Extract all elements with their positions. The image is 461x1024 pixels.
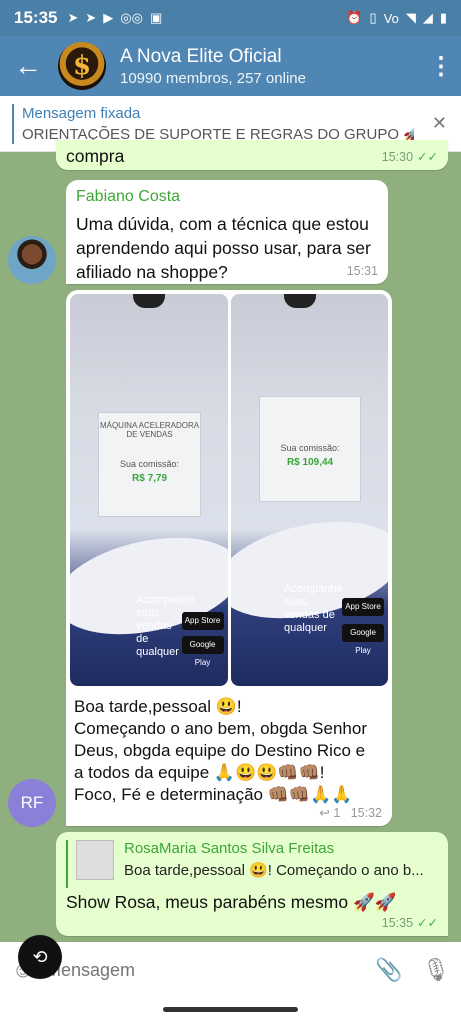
reply-sender: RosaMaria Santos Silva Freitas xyxy=(124,840,335,857)
message-bubble[interactable]: compra 15:30 ✓✓ xyxy=(56,140,448,170)
message-time: 15:31 xyxy=(346,264,378,278)
message-bubble[interactable]: RosaMaria Santos Silva Freitas Boa tarde… xyxy=(56,832,448,936)
message-meta: 15:30 ✓✓ xyxy=(382,149,438,164)
voice-button[interactable]: 🎙 xyxy=(411,957,461,983)
chat-avatar[interactable]: $ xyxy=(58,42,106,90)
sender-name[interactable]: Fabiano Costa xyxy=(76,188,180,206)
pinned-label: Mensagem fixada xyxy=(22,104,141,122)
dollar-logo-icon: $ xyxy=(72,51,92,81)
double-check-icon: ✓✓ xyxy=(417,150,438,164)
message-meta: ↩ 1 15:32 xyxy=(319,805,382,820)
photo[interactable]: Sua comissão: R$ 109,44 Acompanhe suas v… xyxy=(230,294,388,686)
message-line: Foco, Fé e determinação 👊🏽👊🏽🙏🙏 xyxy=(74,785,353,804)
double-check-icon: ✓✓ xyxy=(417,916,438,930)
battery-icon: ▮ xyxy=(439,10,447,25)
chat-header: ← $ A Nova Elite Oficial 10990 membros, … xyxy=(0,36,461,96)
back-button[interactable]: ← xyxy=(0,36,56,96)
commission-label: Sua comissão: xyxy=(120,458,180,469)
photo[interactable]: MÁQUINA ACELERADORA DE VENDAS Sua comiss… xyxy=(70,294,228,686)
microphone-icon: 🎙 xyxy=(422,957,450,982)
alarm-icon: ⏰ xyxy=(346,10,363,25)
reply-snippet: Boa tarde,pessoal 😃! Começando o ano b..… xyxy=(124,862,424,879)
paperclip-icon: 📎 xyxy=(375,957,403,982)
telegram-icon: ➤ xyxy=(67,10,79,25)
unpin-icon[interactable]: ✕ xyxy=(432,113,447,134)
promo-text: Acompanhe suas vendas de qualquer xyxy=(284,583,343,635)
youtube-icon: ▶ xyxy=(103,10,114,25)
commission-value: R$ 109,44 xyxy=(286,456,334,468)
status-time: 15:35 xyxy=(14,8,58,27)
back-arrow-icon: ← xyxy=(14,50,42,81)
avatar-initials: RF xyxy=(20,793,44,812)
commission-value: R$ 7,79 xyxy=(132,472,168,484)
message-line: Começando o ano bem, obgda Senhor xyxy=(74,719,367,738)
phone-notch xyxy=(284,294,316,308)
message-bubble[interactable]: Fabiano Costa Uma dúvida, com a técnica … xyxy=(66,180,388,284)
photo-album[interactable]: MÁQUINA ACELERADORA DE VENDAS Sua comiss… xyxy=(70,294,388,686)
commission-card: Sua comissão: R$ 109,44 xyxy=(258,395,362,502)
card-title: MÁQUINA ACELERADORA DE VENDAS xyxy=(99,420,200,439)
home-gesture-pill[interactable] xyxy=(163,1007,298,1012)
promo-text: Acompanhe suas vendas de qualquer xyxy=(136,593,195,658)
kebab-icon: ⋮ xyxy=(429,52,453,80)
message-line: Deus, obgda equipe do Destino Rico e xyxy=(74,741,366,760)
status-bar: 15:35 ➤ ➤ ▶ ◎◎ ▣ ⏰ ▯ Vo ◥ ◢ ▮ xyxy=(0,0,461,36)
chat-subtitle: 10990 membros, 257 online xyxy=(120,69,306,87)
reply-count[interactable]: 1 xyxy=(333,806,340,820)
attach-button[interactable]: 📎 xyxy=(367,957,411,983)
signal-icon: ◢ xyxy=(422,10,433,25)
message-line: a todos da equipe 🙏😃😃👊🏽👊🏽! xyxy=(74,763,325,782)
system-icons: ⏰ ▯ Vo ◥ ◢ ▮ xyxy=(346,10,447,26)
volte-icon: Vo xyxy=(383,10,399,26)
reply-thumbnail xyxy=(76,840,114,880)
wifi-icon: ◥ xyxy=(405,10,416,25)
google-play-badge: Google Play xyxy=(181,636,224,667)
message-time: 15:32 xyxy=(350,806,382,820)
reply-arrow-icon[interactable]: ↩ xyxy=(319,806,329,820)
voicemail-icon: ◎◎ xyxy=(120,10,143,25)
rotate-screen-button[interactable]: ⟲ xyxy=(18,935,62,979)
navigation-bar xyxy=(0,998,461,1024)
app-store-badge: App Store xyxy=(342,598,384,616)
avatar[interactable] xyxy=(8,236,56,284)
phone-notch xyxy=(133,294,165,308)
google-play-badge: Google Play xyxy=(342,624,384,655)
composer: ☺ 📎 🎙 xyxy=(0,942,461,998)
pinned-indicator xyxy=(12,103,14,144)
message-text: Boa tarde,pessoal 😃! Começando o ano bem… xyxy=(74,696,386,806)
rotate-icon: ⟲ xyxy=(32,946,48,967)
commission-card: MÁQUINA ACELERADORA DE VENDAS Sua comiss… xyxy=(98,411,201,518)
message-text: compra xyxy=(66,146,125,166)
message-text: Uma dúvida, com a técnica que estou apre… xyxy=(76,214,371,282)
message-line: Boa tarde,pessoal 😃! xyxy=(74,697,242,716)
message-meta: 15:35 ✓✓ xyxy=(382,915,438,930)
chat-title: A Nova Elite Oficial xyxy=(120,45,282,67)
message-input[interactable] xyxy=(46,959,336,981)
message-text: Show Rosa, meus parabéns mesmo 🚀🚀 xyxy=(66,892,397,912)
message-time: 15:35 xyxy=(381,916,414,930)
chat-title-area[interactable]: A Nova Elite Oficial 10990 membros, 257 … xyxy=(120,46,306,87)
commission-label: Sua comissão: xyxy=(280,442,340,453)
notification-icons: ➤ ➤ ▶ ◎◎ ▣ xyxy=(67,10,162,26)
twitch-icon: ▣ xyxy=(149,10,163,25)
message-time: 15:30 xyxy=(381,150,414,164)
message-bubble[interactable]: MÁQUINA ACELERADORA DE VENDAS Sua comiss… xyxy=(66,290,392,826)
vibrate-icon: ▯ xyxy=(369,10,377,25)
more-menu-button[interactable]: ⋮ xyxy=(421,52,461,81)
reply-quote[interactable]: RosaMaria Santos Silva Freitas Boa tarde… xyxy=(66,840,438,888)
avatar[interactable]: RF xyxy=(8,779,56,827)
app-store-badge: App Store xyxy=(181,612,224,630)
telegram-icon: ➤ xyxy=(85,10,97,25)
